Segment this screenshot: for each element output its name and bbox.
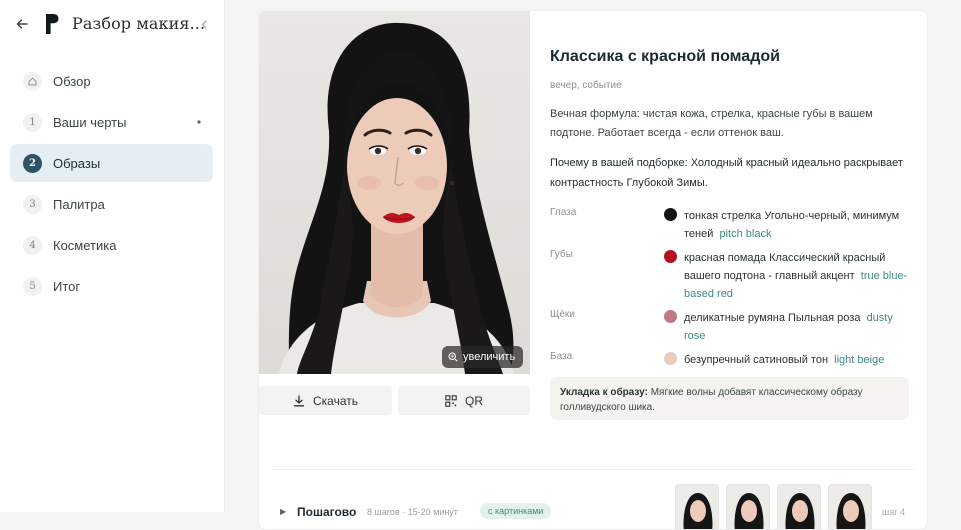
- steps-count: шаг 4: [882, 507, 906, 517]
- styling-tip: Укладка к образу: Мягкие волны добавят к…: [550, 377, 909, 420]
- feature-description: безупречный сатиновый тон: [684, 354, 829, 366]
- feature-text: тонкая стрелка Угольно-черный, минимум т…: [684, 207, 910, 243]
- look-card: увеличить Скачать QR Классика с красной …: [258, 10, 928, 530]
- zoom-label: увеличить: [463, 351, 516, 363]
- home-icon: [23, 71, 42, 91]
- color-swatch: [664, 208, 677, 221]
- sidebar-item-looks[interactable]: 2 Образы: [10, 144, 213, 182]
- feature-label: База: [550, 351, 573, 362]
- feature-text: деликатные румяна Пыльная роза dusty ros…: [684, 309, 910, 345]
- zoom-button[interactable]: увеличить: [442, 346, 524, 368]
- look-reason: Почему в вашей подборке: Холодный красны…: [550, 157, 903, 189]
- sidebar-nav: Обзор 1 Ваши черты 2 Образы 3 Палитра 4 …: [10, 62, 213, 308]
- color-swatch: [664, 250, 677, 263]
- qr-button[interactable]: QR: [398, 386, 530, 415]
- feature-description: деликатные румяна Пыльная роза: [684, 312, 861, 324]
- feature-text: безупречный сатиновый тон light beige: [684, 351, 910, 369]
- download-icon: [293, 394, 305, 406]
- step-thumbnail[interactable]: [726, 484, 770, 529]
- step-thumbnail[interactable]: [828, 484, 872, 529]
- steps-meta: 8 шагов · 15-20 минут: [367, 507, 458, 517]
- step-thumbnail[interactable]: [675, 484, 719, 529]
- steps-title: Пошагово: [297, 505, 357, 519]
- qr-code-icon: [445, 394, 457, 407]
- look-tags: вечер, событие: [550, 80, 622, 91]
- steps-section-header[interactable]: ▶ Пошагово 8 шагов · 15-20 минут с карти…: [273, 484, 915, 529]
- color-swatch: [664, 352, 677, 365]
- back-button[interactable]: [14, 16, 30, 32]
- section-divider: [273, 469, 915, 470]
- sidebar-item-cosmetics[interactable]: 4 Косметика: [10, 226, 213, 264]
- feature-label: Щёки: [550, 309, 575, 320]
- sidebar-item-label: Итог: [53, 278, 81, 294]
- step-number: 2: [23, 153, 42, 173]
- tip-label: Укладка к образу:: [560, 387, 648, 398]
- photo-actions: Скачать QR: [259, 386, 530, 415]
- step-number: 3: [23, 194, 42, 214]
- sidebar-item-overview[interactable]: Обзор: [10, 62, 213, 100]
- portrait-thumbnail: [683, 493, 713, 529]
- color-swatch: [664, 310, 677, 323]
- look-photo[interactable]: увеличить: [259, 11, 530, 374]
- portrait-thumbnail: [785, 493, 815, 529]
- sidebar-item-palette[interactable]: 3 Палитра: [10, 185, 213, 223]
- feature-label: Глаза: [550, 207, 577, 218]
- portrait-thumbnail: [836, 493, 866, 529]
- sidebar-header: Разбор макия...: [0, 0, 225, 50]
- zoom-in-icon: [448, 352, 458, 362]
- portrait-illustration: [279, 22, 514, 374]
- portrait-thumbnail: [734, 493, 764, 529]
- sidebar: Разбор макия... Обзор 1 Ваши черты 2 Обр…: [0, 0, 225, 512]
- report-title: Разбор макия...: [72, 14, 206, 33]
- step-number: 5: [23, 276, 42, 296]
- step-thumbnail[interactable]: [777, 484, 821, 529]
- sidebar-item-label: Косметика: [53, 237, 117, 253]
- feature-description: красная помада Классический красный ваше…: [684, 252, 886, 282]
- download-button[interactable]: Скачать: [259, 386, 392, 415]
- expand-dot-icon: [197, 120, 201, 124]
- sidebar-item-summary[interactable]: 5 Итог: [10, 267, 213, 305]
- sidebar-item-label: Образы: [53, 155, 101, 171]
- brand-logo: [46, 14, 59, 34]
- sidebar-item-label: Палитра: [53, 196, 105, 212]
- sidebar-item-features[interactable]: 1 Ваши черты: [10, 103, 213, 141]
- chevron-left-icon: [201, 19, 207, 29]
- steps-badge: с картинками: [480, 503, 552, 519]
- collapse-sidebar-button[interactable]: [198, 17, 210, 31]
- sidebar-item-label: Ваши черты: [53, 114, 127, 130]
- step-number: 4: [23, 235, 42, 255]
- feature-label: Губы: [550, 249, 573, 260]
- look-title: Классика с красной помадой: [550, 48, 780, 65]
- feature-text: красная помада Классический красный ваше…: [684, 249, 910, 303]
- qr-label: QR: [465, 393, 483, 408]
- download-label: Скачать: [313, 393, 358, 408]
- look-description: Вечная формула: чистая кожа, стрелка, кр…: [550, 108, 873, 139]
- arrow-left-icon: [16, 19, 28, 29]
- sidebar-item-label: Обзор: [53, 73, 91, 89]
- feature-description: тонкая стрелка Угольно-черный, минимум т…: [684, 210, 900, 240]
- step-number: 1: [23, 112, 42, 132]
- color-name: light beige: [834, 354, 885, 366]
- color-name: pitch black: [719, 228, 772, 240]
